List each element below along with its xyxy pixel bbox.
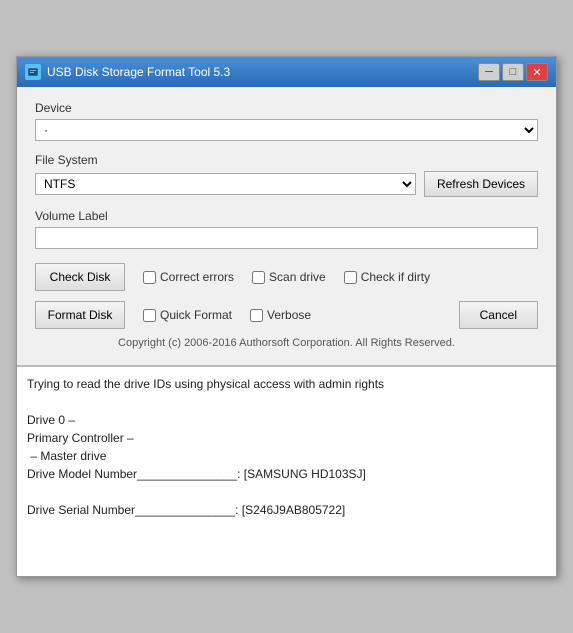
restore-button[interactable]: □ — [502, 63, 524, 81]
quick-format-checkbox[interactable] — [143, 309, 156, 322]
check-disk-row: Check Disk Correct errors Scan drive Che… — [35, 263, 538, 291]
title-buttons: ─ □ ✕ — [478, 63, 548, 81]
quick-format-label[interactable]: Quick Format — [160, 308, 232, 322]
check-if-dirty-checkbox[interactable] — [344, 271, 357, 284]
correct-errors-label[interactable]: Correct errors — [160, 270, 234, 284]
volume-label-input[interactable] — [35, 227, 538, 249]
minimize-button[interactable]: ─ — [478, 63, 500, 81]
verbose-checkbox[interactable] — [250, 309, 263, 322]
verbose-group: Verbose — [250, 308, 311, 322]
refresh-devices-button[interactable]: Refresh Devices — [424, 171, 538, 197]
close-button[interactable]: ✕ — [526, 63, 548, 81]
check-if-dirty-label[interactable]: Check if dirty — [361, 270, 430, 284]
scan-drive-checkbox[interactable] — [252, 271, 265, 284]
filesystem-label: File System — [35, 153, 538, 167]
filesystem-select[interactable]: FAT FAT32 NTFS exFAT — [35, 173, 416, 195]
scan-drive-label[interactable]: Scan drive — [269, 270, 326, 284]
copyright-text: Copyright (c) 2006-2016 Authorsoft Corpo… — [35, 329, 538, 355]
app-icon — [25, 64, 41, 80]
window-title: USB Disk Storage Format Tool 5.3 — [47, 65, 230, 79]
log-area[interactable]: Trying to read the drive IDs using physi… — [17, 366, 556, 576]
log-content: Trying to read the drive IDs using physi… — [27, 375, 546, 519]
quick-format-group: Quick Format — [143, 308, 232, 322]
main-window: USB Disk Storage Format Tool 5.3 ─ □ ✕ D… — [16, 56, 557, 577]
main-panel: Device · File System FAT FAT32 NTFS exFA… — [17, 87, 556, 366]
device-label: Device — [35, 101, 538, 115]
filesystem-row: FAT FAT32 NTFS exFAT Refresh Devices — [35, 171, 538, 197]
check-if-dirty-group: Check if dirty — [344, 270, 430, 284]
verbose-label[interactable]: Verbose — [267, 308, 311, 322]
check-disk-button[interactable]: Check Disk — [35, 263, 125, 291]
format-disk-row: Format Disk Quick Format Verbose Cancel — [35, 301, 538, 329]
scan-drive-group: Scan drive — [252, 270, 326, 284]
title-bar: USB Disk Storage Format Tool 5.3 ─ □ ✕ — [17, 57, 556, 87]
title-bar-left: USB Disk Storage Format Tool 5.3 — [25, 64, 230, 80]
format-disk-button[interactable]: Format Disk — [35, 301, 125, 329]
correct-errors-checkbox[interactable] — [143, 271, 156, 284]
volume-label-label: Volume Label — [35, 209, 538, 223]
device-select[interactable]: · — [35, 119, 538, 141]
correct-errors-group: Correct errors — [143, 270, 234, 284]
cancel-button[interactable]: Cancel — [459, 301, 538, 329]
